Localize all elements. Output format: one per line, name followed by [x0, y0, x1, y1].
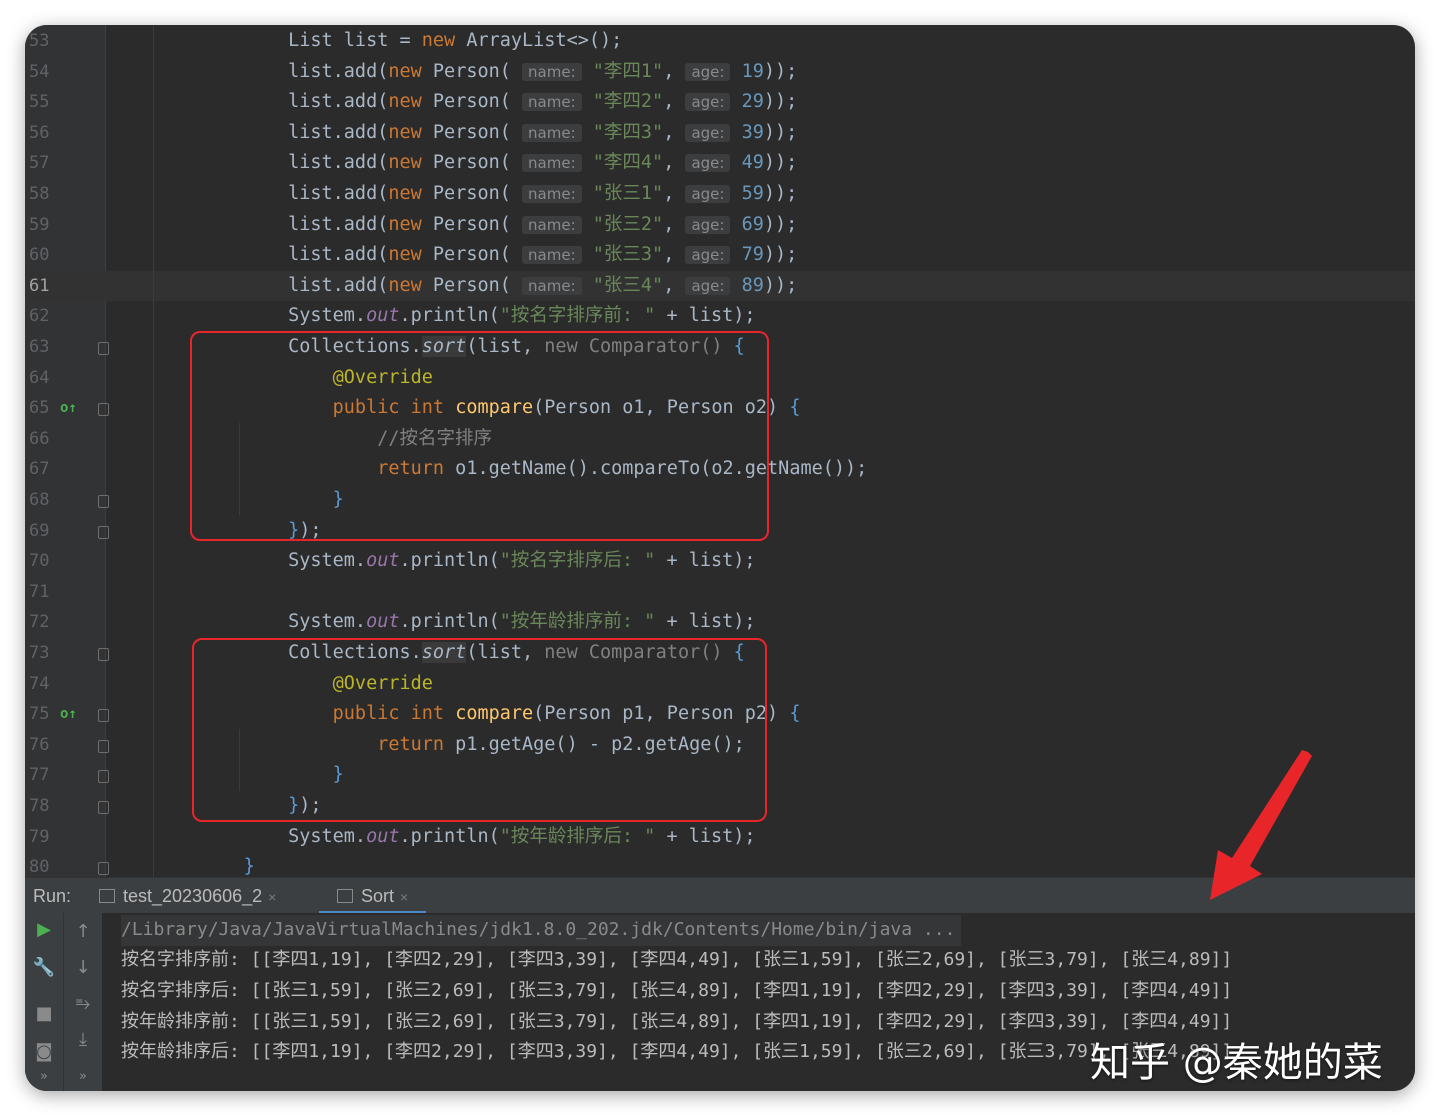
line-number[interactable]: 58 [29, 179, 55, 210]
code-text: list.add(new Person( name: "张三1", age: 5… [199, 183, 798, 204]
fold-marker-icon[interactable] [98, 801, 109, 814]
run-icon[interactable]: ▶ [25, 919, 63, 940]
code-line-70[interactable]: 70 System.out.println("按名字排序后: " + list)… [25, 546, 1415, 577]
soft-wrap-icon[interactable]: ⥱ [64, 993, 102, 1014]
fold-marker-icon[interactable] [98, 709, 109, 723]
code-text: List list = new ArrayList<>(); [199, 30, 623, 51]
code-line-57[interactable]: 57 list.add(new Person( name: "李四4", age… [25, 148, 1415, 179]
line-number[interactable]: 69 [29, 516, 55, 547]
line-number[interactable]: 61 [29, 271, 55, 302]
fold-marker-icon[interactable] [98, 403, 109, 417]
line-number[interactable]: 73 [29, 638, 55, 669]
watermark: 知乎 @秦她的菜 [1090, 1040, 1383, 1086]
indent-guide [153, 25, 154, 877]
line-number[interactable]: 78 [29, 791, 55, 822]
code-line-55[interactable]: 55 list.add(new Person( name: "李四2", age… [25, 87, 1415, 118]
fold-marker-icon[interactable] [98, 770, 109, 784]
console-icon [99, 889, 115, 903]
line-number[interactable]: 70 [29, 546, 55, 577]
fold-marker-icon[interactable] [98, 648, 109, 661]
code-text: list.add(new Person( name: "张三2", age: 6… [199, 213, 798, 235]
close-icon[interactable]: × [268, 889, 276, 905]
line-number[interactable]: 68 [29, 485, 55, 516]
arrow-up-icon[interactable]: ↑ [64, 921, 102, 942]
scroll-to-end-icon[interactable]: ⤓ [64, 1029, 102, 1050]
line-number[interactable]: 71 [29, 577, 55, 608]
code-line-59[interactable]: 59 list.add(new Person( name: "张三2", age… [25, 210, 1415, 241]
code-text: list.add(new Person( name: "李四4", age: 4… [199, 152, 798, 174]
console-toolbar-right: ↑ ↓ ⥱ ⤓ » [63, 913, 102, 1091]
fold-marker-icon[interactable] [98, 525, 109, 539]
code-text: list.add(new Person( name: "李四1", age: 1… [199, 60, 798, 82]
code-line-58[interactable]: 58 list.add(new Person( name: "张三1", age… [25, 179, 1415, 210]
line-number[interactable]: 66 [29, 424, 55, 455]
code-text: list.add(new Person( name: "李四3", age: 3… [199, 121, 798, 143]
line-number[interactable]: 53 [29, 26, 55, 57]
line-number[interactable]: 67 [29, 454, 55, 485]
line-number[interactable]: 54 [29, 57, 55, 88]
ide-window: 53 List list = new ArrayList<>(); 54 list… [25, 25, 1415, 1091]
highlight-box-name-sort [190, 331, 769, 541]
line-number[interactable]: 65 [29, 393, 55, 424]
line-number[interactable]: 59 [29, 210, 55, 241]
code-text: System.out.println("按名字排序前: " + list); [199, 305, 756, 327]
override-marker-icon[interactable]: o↑ [60, 393, 77, 424]
code-text: list.add(new Person( name: "李四2", age: 2… [199, 91, 798, 113]
line-number[interactable]: 60 [29, 240, 55, 271]
code-text: System.out.println("按名字排序后: " + list); [199, 550, 756, 572]
code-line-54[interactable]: 54 list.add(new Person( name: "李四1", age… [25, 57, 1415, 88]
code-line-72[interactable]: 72 System.out.println("按年龄排序前: " + list)… [25, 607, 1415, 638]
code-line-60[interactable]: 60 list.add(new Person( name: "张三3", age… [25, 240, 1415, 271]
console-toolbar-left: ▶ 🔧 ■ ◙ » [25, 913, 63, 1091]
code-line-53[interactable]: 53 List list = new ArrayList<>(); [25, 26, 1415, 57]
code-line-62[interactable]: 62 System.out.println("按名字排序前: " + list)… [25, 301, 1415, 332]
line-number[interactable]: 64 [29, 363, 55, 394]
line-number[interactable]: 80 [29, 852, 55, 877]
close-icon[interactable]: × [400, 889, 408, 905]
code-text: list.add(new Person( name: "张三4", age: 8… [199, 274, 798, 296]
code-line-61[interactable]: 61 list.add(new Person( name: "张三4", age… [25, 270, 1415, 302]
line-number[interactable]: 74 [29, 669, 55, 700]
highlight-box-age-sort [192, 638, 767, 822]
wrench-icon[interactable]: 🔧 [25, 957, 63, 978]
fold-marker-icon[interactable] [98, 495, 109, 508]
fold-marker-icon[interactable] [98, 739, 109, 753]
code-text: System.out.println("按年龄排序后: " + list); [199, 825, 756, 847]
code-text: list.add(new Person( name: "张三3", age: 7… [199, 244, 798, 266]
code-text: } [243, 856, 255, 877]
line-number[interactable]: 55 [29, 87, 55, 118]
more-icon[interactable]: » [64, 1069, 102, 1084]
tab-sort[interactable]: Sort × [319, 878, 427, 914]
tab-test-20230606-2[interactable]: test_20230606_2 × [99, 878, 276, 914]
run-label: Run: [33, 886, 72, 906]
console-line: 按名字排序前: [[李四1,19], [李四2,29], [李四3,39], [… [121, 949, 1233, 970]
line-number[interactable]: 56 [29, 118, 55, 149]
line-number[interactable]: 77 [29, 760, 55, 791]
console-line: 按名字排序后: [[张三1,59], [张三2,69], [张三3,79], [… [121, 980, 1233, 1001]
red-arrow-annotation [1210, 750, 1312, 900]
camera-icon[interactable]: ◙ [25, 1041, 63, 1062]
line-number[interactable]: 63 [29, 332, 55, 363]
line-number[interactable]: 76 [29, 730, 55, 761]
fold-marker-icon[interactable] [98, 862, 109, 876]
console-line: 按年龄排序后: [[李四1,19], [李四2,29], [李四3,39], [… [121, 1041, 1233, 1062]
line-number[interactable]: 62 [29, 301, 55, 332]
more-icon[interactable]: » [25, 1069, 63, 1084]
override-marker-icon[interactable]: o↑ [60, 699, 77, 730]
line-number[interactable]: 79 [29, 822, 55, 853]
code-line-71[interactable]: 71 [25, 577, 1415, 608]
code-text: System.out.println("按年龄排序前: " + list); [199, 611, 756, 633]
line-number[interactable]: 72 [29, 607, 55, 638]
code-line-56[interactable]: 56 list.add(new Person( name: "李四3", age… [25, 118, 1415, 149]
line-number[interactable]: 57 [29, 148, 55, 179]
stop-icon[interactable]: ■ [25, 1003, 63, 1024]
arrow-down-icon[interactable]: ↓ [64, 957, 102, 978]
line-number[interactable]: 75 [29, 699, 55, 730]
fold-marker-icon[interactable] [98, 342, 109, 355]
console-icon [337, 889, 353, 903]
console-line: 按年龄排序前: [[张三1,59], [张三2,69], [张三3,79], [… [121, 1011, 1233, 1032]
console-line-command: /Library/Java/JavaVirtualMachines/jdk1.8… [121, 915, 962, 946]
